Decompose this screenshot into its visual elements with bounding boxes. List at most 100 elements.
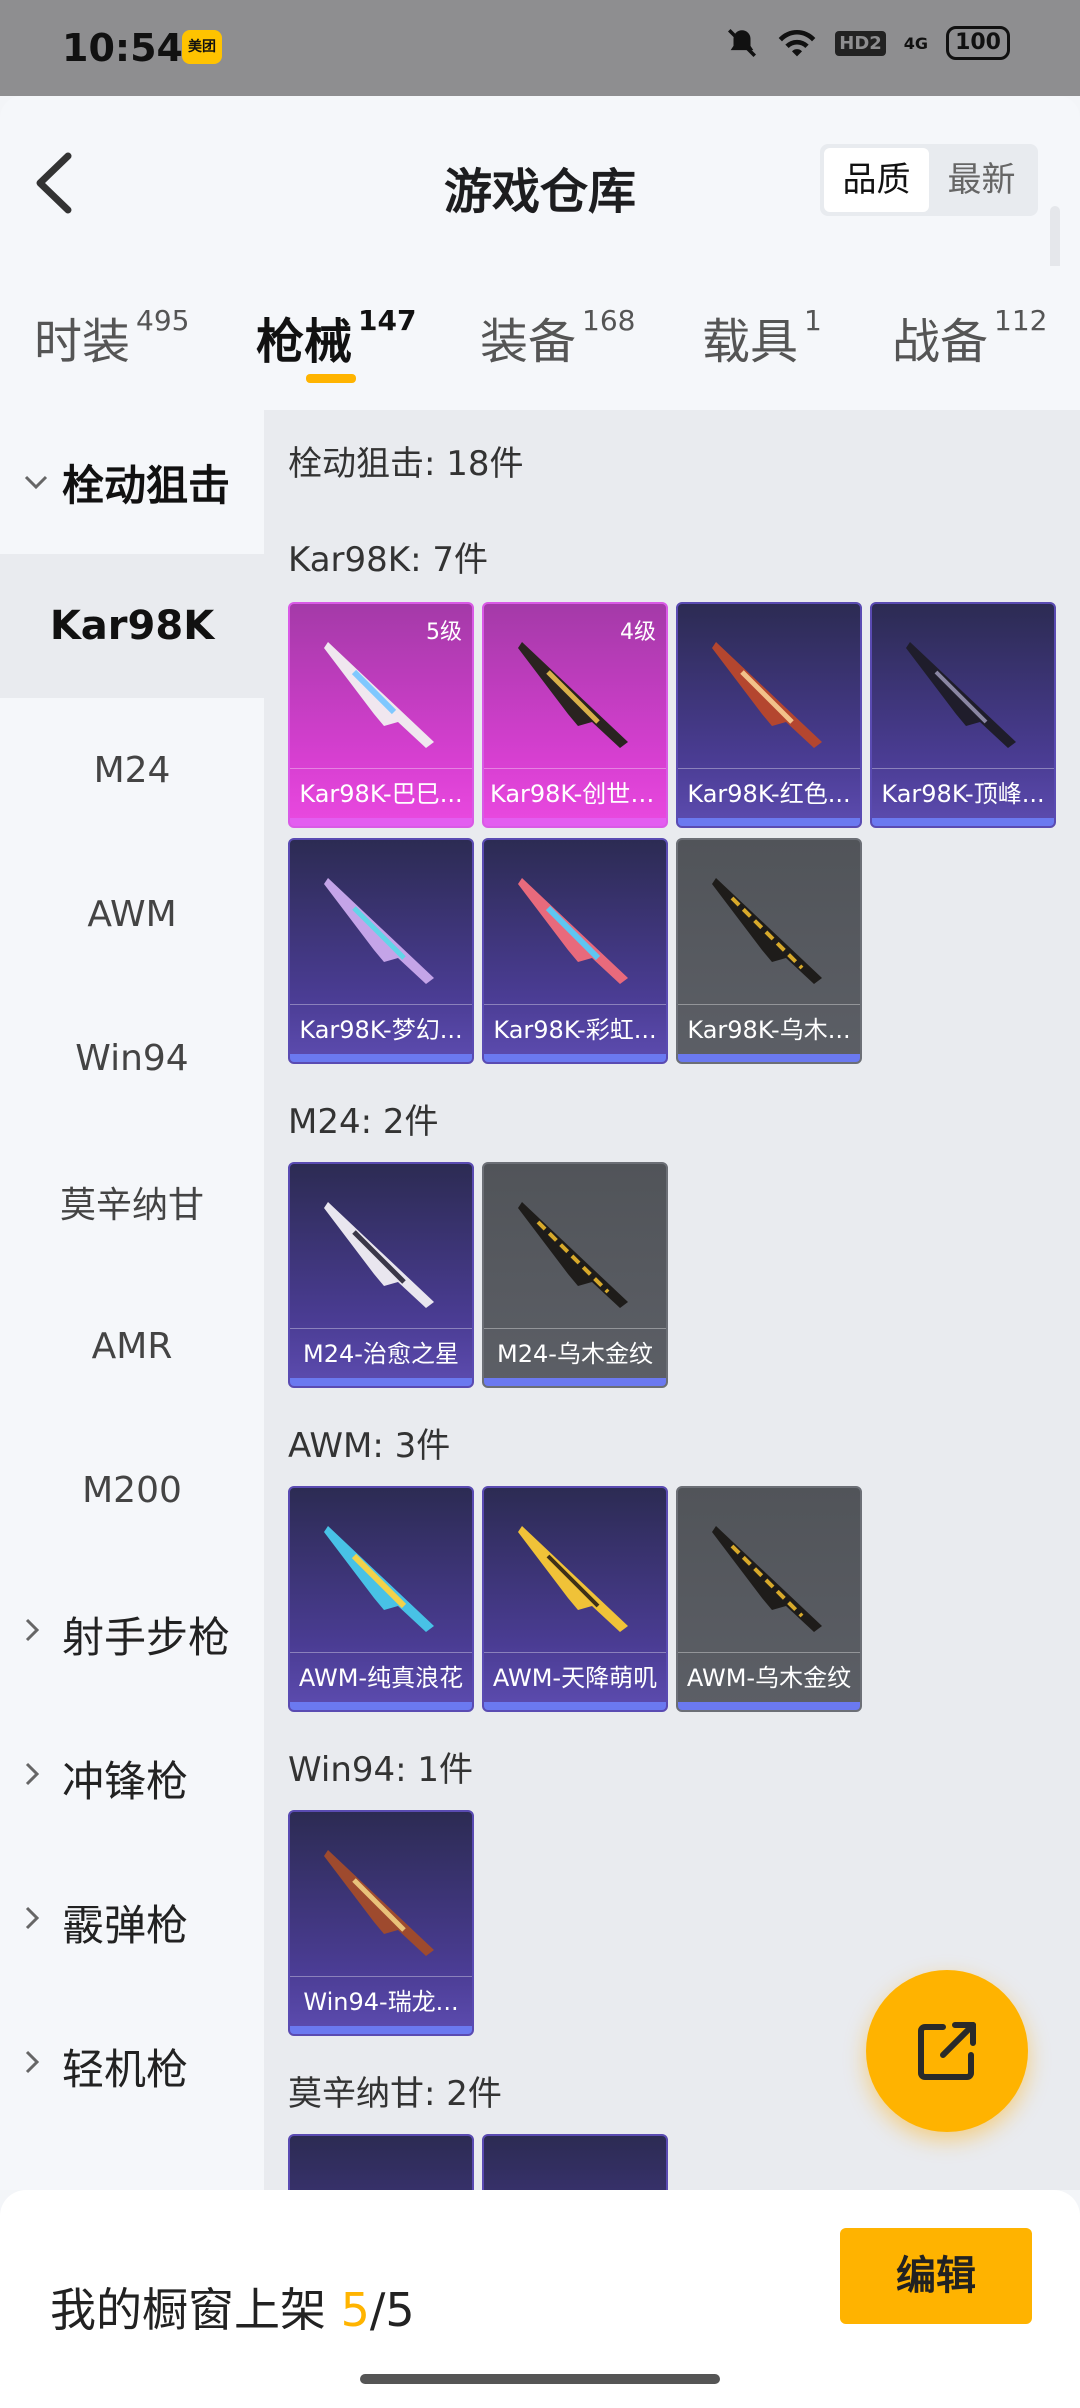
rifle-icon [518, 1526, 628, 1632]
category-total: 栓动狙击: 18件 [288, 444, 524, 484]
share-external-icon [918, 2022, 976, 2080]
tab-fashion[interactable]: 时装 495 [34, 302, 189, 372]
item-card[interactable]: AWM-乌木金纹 [676, 1486, 862, 1712]
rarity-bar [290, 818, 472, 826]
item-card[interactable]: Kar98K-乌木... [676, 838, 862, 1064]
sidebar-group-shotgun[interactable]: 霰弹枪 [0, 1850, 264, 1994]
sidebar-item-m200[interactable]: M200 [0, 1418, 264, 1562]
item-name: AWM-纯真浪花 [290, 1652, 472, 1702]
rifle-icon [324, 1526, 434, 1632]
rifle-icon [324, 1850, 434, 1956]
section-header-win94: Win94: 1件 [288, 1750, 474, 1790]
item-card[interactable]: Win94-瑞龙... [288, 1810, 474, 2036]
sidebar-group-label: 冲锋枪 [62, 1756, 189, 1806]
item-name: Kar98K-红色... [678, 768, 860, 818]
item-card[interactable]: AWM-天降萌叽 [482, 1486, 668, 1712]
tab-firearms[interactable]: 枪械 147 [256, 302, 416, 372]
chevron-right-icon [22, 1760, 62, 1796]
sidebar-item-win94[interactable]: Win94 [0, 986, 264, 1130]
section-header-mosin: 莫辛纳甘: 2件 [288, 2074, 502, 2114]
item-name: Kar98K-巴巳... [290, 768, 472, 818]
sidebar-group-smg[interactable]: 冲锋枪 [0, 1706, 264, 1850]
sidebar-group-dmr[interactable]: 射手步枪 [0, 1562, 264, 1706]
rarity-bar [484, 1378, 666, 1386]
rifle-icon [518, 878, 628, 984]
item-card-partial[interactable] [482, 2134, 668, 2190]
rarity-bar [678, 818, 860, 826]
rifle-icon [712, 642, 822, 748]
rarity-bar [290, 1378, 472, 1386]
sidebar-item-mosin[interactable]: 莫辛纳甘 [0, 1130, 264, 1274]
rifle-icon [712, 1526, 822, 1632]
rifle-icon [518, 1202, 628, 1308]
item-card[interactable]: Kar98K-梦幻... [288, 838, 474, 1064]
rarity-bar [678, 1054, 860, 1062]
item-level-badge: 4级 [620, 620, 656, 645]
status-time: 10:54 [62, 26, 183, 70]
rarity-bar [484, 1054, 666, 1062]
status-icons: HD2 4G 100 [725, 26, 1010, 60]
share-button[interactable] [866, 1970, 1028, 2132]
sort-latest-option[interactable]: 最新 [929, 148, 1034, 212]
mute-bell-icon [728, 28, 757, 58]
item-card[interactable]: Kar98K-彩虹... [482, 838, 668, 1064]
item-card[interactable]: Kar98K-红色... [676, 602, 862, 828]
status-bar: 10:54 美团 HD2 4G 100 [0, 0, 1080, 96]
sidebar-item-awm[interactable]: AWM [0, 842, 264, 986]
tab-equipment[interactable]: 装备 168 [480, 302, 635, 372]
category-tabs: 时装 495 枪械 147 装备 168 载具 1 战备 112 [0, 266, 1080, 410]
item-name: Kar98K-彩虹... [484, 1004, 666, 1054]
rifle-icon [712, 878, 822, 984]
item-name: Kar98K-创世·... [484, 768, 666, 818]
chevron-right-icon [22, 1616, 62, 1652]
tab-vehicles[interactable]: 载具 1 [702, 302, 822, 372]
rifle-icon [324, 1202, 434, 1308]
tab-battle-gear[interactable]: 战备 112 [892, 302, 1047, 372]
showcase-bar: 我的橱窗上架 5/5 编辑 [0, 2190, 1080, 2408]
section-header-m24: M24: 2件 [288, 1102, 439, 1142]
item-grid-panel[interactable]: 栓动狙击: 18件 Kar98K: 7件 5级 Kar98K-巴巳... 4级 … [264, 410, 1080, 2190]
sidebar-group-label: 霰弹枪 [62, 1900, 189, 1950]
home-indicator[interactable] [360, 2374, 720, 2384]
sort-toggle[interactable]: 品质 最新 [820, 144, 1038, 216]
item-card[interactable]: M24-乌木金纹 [482, 1162, 668, 1388]
item-card[interactable]: AWM-纯真浪花 [288, 1486, 474, 1712]
sidebar-group-bolt-action[interactable]: 栓动狙击 [0, 410, 264, 554]
item-card[interactable]: M24-治愈之星 [288, 1162, 474, 1388]
item-card[interactable]: 4级 Kar98K-创世·... [482, 602, 668, 828]
wifi-icon [778, 29, 816, 57]
item-name: Kar98K-梦幻... [290, 1004, 472, 1054]
item-card-partial[interactable] [288, 2134, 474, 2190]
signal-icon: 4G [903, 33, 929, 53]
rarity-bar [872, 818, 1054, 826]
page-header: 游戏仓库 品质 最新 [0, 96, 1080, 336]
item-card[interactable]: Kar98K-顶峰... [870, 602, 1056, 828]
rarity-bar [290, 2026, 472, 2034]
sort-quality-option[interactable]: 品质 [824, 148, 929, 212]
item-name: Kar98K-乌木... [678, 1004, 860, 1054]
chevron-right-icon [22, 1904, 62, 1940]
sidebar-item-m24[interactable]: M24 [0, 698, 264, 842]
showcase-count: 5 [340, 2283, 370, 2337]
sidebar-item-kar98k[interactable]: Kar98K [0, 554, 264, 698]
sidebar-item-amr[interactable]: AMR [0, 1274, 264, 1418]
section-header-awm: AWM: 3件 [288, 1426, 451, 1466]
sidebar-group-label: 栓动狙击 [62, 460, 231, 510]
sidebar-group-lmg[interactable]: 轻机枪 [0, 1994, 264, 2138]
rarity-bar [678, 1702, 860, 1710]
item-name: AWM-天降萌叽 [484, 1652, 666, 1702]
chevron-right-icon [22, 2048, 62, 2084]
rarity-bar [484, 1702, 666, 1710]
edit-button[interactable]: 编辑 [840, 2228, 1032, 2324]
rarity-bar [484, 818, 666, 826]
section-header-kar98k: Kar98K: 7件 [288, 540, 488, 580]
item-card[interactable]: 5级 Kar98K-巴巳... [288, 602, 474, 828]
item-name: Kar98K-顶峰... [872, 768, 1054, 818]
showcase-status: 我的橱窗上架 5/5 [50, 2283, 415, 2337]
rifle-icon [324, 878, 434, 984]
sidebar-group-label: 轻机枪 [62, 2044, 189, 2094]
chevron-down-icon [22, 465, 62, 500]
sidebar-group-label: 射手步枪 [62, 1612, 231, 1662]
battery-icon: 100 [946, 26, 1010, 60]
item-name: M24-治愈之星 [290, 1328, 472, 1378]
